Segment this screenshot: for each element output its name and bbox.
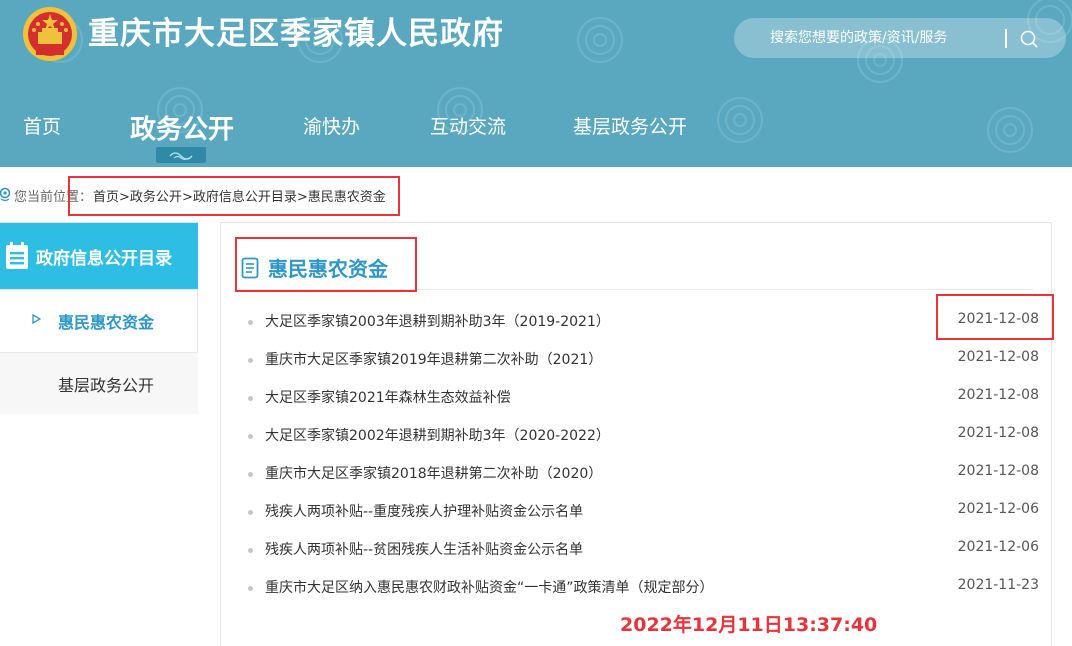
list-item[interactable]: 重庆市大足区季家镇2019年退耕第二次补助（2021） 2021-12-08 [221, 341, 1053, 379]
sidebar-item-grassroots[interactable]: 基层政务公开 [0, 352, 198, 414]
list-item-title[interactable]: 大足区季家镇2021年森林生态效益补偿 [265, 387, 511, 407]
search-input[interactable] [754, 18, 994, 58]
triangle-right-icon [32, 314, 41, 324]
list-item-title[interactable]: 大足区季家镇2002年退耕到期补助3年（2020-2022） [265, 425, 610, 445]
annotation-box-title [235, 237, 417, 292]
location-icon [0, 187, 11, 202]
list-item-date: 2021-12-08 [957, 387, 1039, 403]
list-item-date: 2021-12-06 [957, 501, 1039, 517]
list-item[interactable]: 大足区季家镇2002年退耕到期补助3年（2020-2022） 2021-12-0… [221, 417, 1053, 455]
list-item-title[interactable]: 重庆市大足区纳入惠民惠农财政补贴资金“一卡通”政策清单（规定部分） [265, 577, 714, 597]
nav-interaction[interactable]: 互动交流 [430, 112, 506, 139]
bullet-dot [248, 396, 253, 401]
list-item[interactable]: 大足区季家镇2003年退耕到期补助3年（2019-2021） 2021-12-0… [221, 303, 1053, 341]
sidebar: 政府信息公开目录 惠民惠农资金 基层政务公开 [0, 222, 198, 414]
search-icon[interactable] [1014, 24, 1044, 54]
sidebar-title: 政府信息公开目录 [36, 249, 172, 269]
site-header: 重庆市大足区季家镇人民政府 首页 政务公开 渝快办 互动交流 基层政务公开 [0, 0, 1072, 167]
annotation-box-breadcrumb [68, 176, 400, 216]
list-item[interactable]: 残疾人两项补贴--贫困残疾人生活补贴资金公示名单 2021-12-06 [221, 531, 1053, 569]
list-item[interactable]: 重庆市大足区季家镇2018年退耕第二次补助（2020） 2021-12-08 [221, 455, 1053, 493]
list-item-date: 2021-12-06 [957, 539, 1039, 555]
bullet-dot [248, 586, 253, 591]
sidebar-item-huimin-funds[interactable]: 惠民惠农资金 [0, 289, 198, 351]
list-item-date: 2021-12-08 [957, 463, 1039, 479]
list-item-date: 2021-11-23 [957, 577, 1039, 593]
sidebar-item-label: 基层政务公开 [58, 376, 155, 395]
list-item[interactable]: 大足区季家镇2021年森林生态效益补偿 2021-12-08 [221, 379, 1053, 417]
bullet-dot [248, 320, 253, 325]
capture-timestamp: 2022年12月11日13:37:40 [620, 614, 878, 636]
bullet-dot [248, 472, 253, 477]
bullet-dot [248, 434, 253, 439]
list-item[interactable]: 重庆市大足区纳入惠民惠农财政补贴资金“一卡通”政策清单（规定部分） 2021-1… [221, 569, 1053, 607]
list-item-date: 2021-12-08 [957, 349, 1039, 365]
site-title: 重庆市大足区季家镇人民政府 [88, 16, 504, 52]
sidebar-item-label: 惠民惠农资金 [58, 313, 155, 332]
annotation-box-date [936, 294, 1054, 340]
list-item[interactable]: 残疾人两项补贴--重度残疾人护理补贴资金公示名单 2021-12-06 [221, 493, 1053, 531]
bullet-dot [248, 510, 253, 515]
nav-active-indicator [156, 147, 206, 163]
list-item-title[interactable]: 大足区季家镇2003年退耕到期补助3年（2019-2021） [265, 311, 610, 331]
list-icon [6, 242, 28, 269]
national-emblem-logo [23, 7, 77, 61]
nav-home[interactable]: 首页 [23, 112, 61, 139]
nav-government-affairs[interactable]: 政务公开 [130, 109, 234, 146]
nav-yukuaiban[interactable]: 渝快办 [303, 112, 360, 139]
bullet-dot [248, 548, 253, 553]
list-item-title[interactable]: 残疾人两项补贴--贫困残疾人生活补贴资金公示名单 [265, 539, 583, 559]
sidebar-header: 政府信息公开目录 [0, 223, 198, 289]
search-divider [1005, 29, 1007, 48]
list-item-title[interactable]: 重庆市大足区季家镇2019年退耕第二次补助（2021） [265, 349, 602, 369]
nav-grassroots[interactable]: 基层政务公开 [573, 112, 687, 139]
list-item-date: 2021-12-08 [957, 425, 1039, 441]
wave-icon [169, 152, 193, 161]
list-item-title[interactable]: 重庆市大足区季家镇2018年退耕第二次补助（2020） [265, 463, 602, 483]
list-item-title[interactable]: 残疾人两项补贴--重度残疾人护理补贴资金公示名单 [265, 501, 583, 521]
bullet-dot [248, 358, 253, 363]
